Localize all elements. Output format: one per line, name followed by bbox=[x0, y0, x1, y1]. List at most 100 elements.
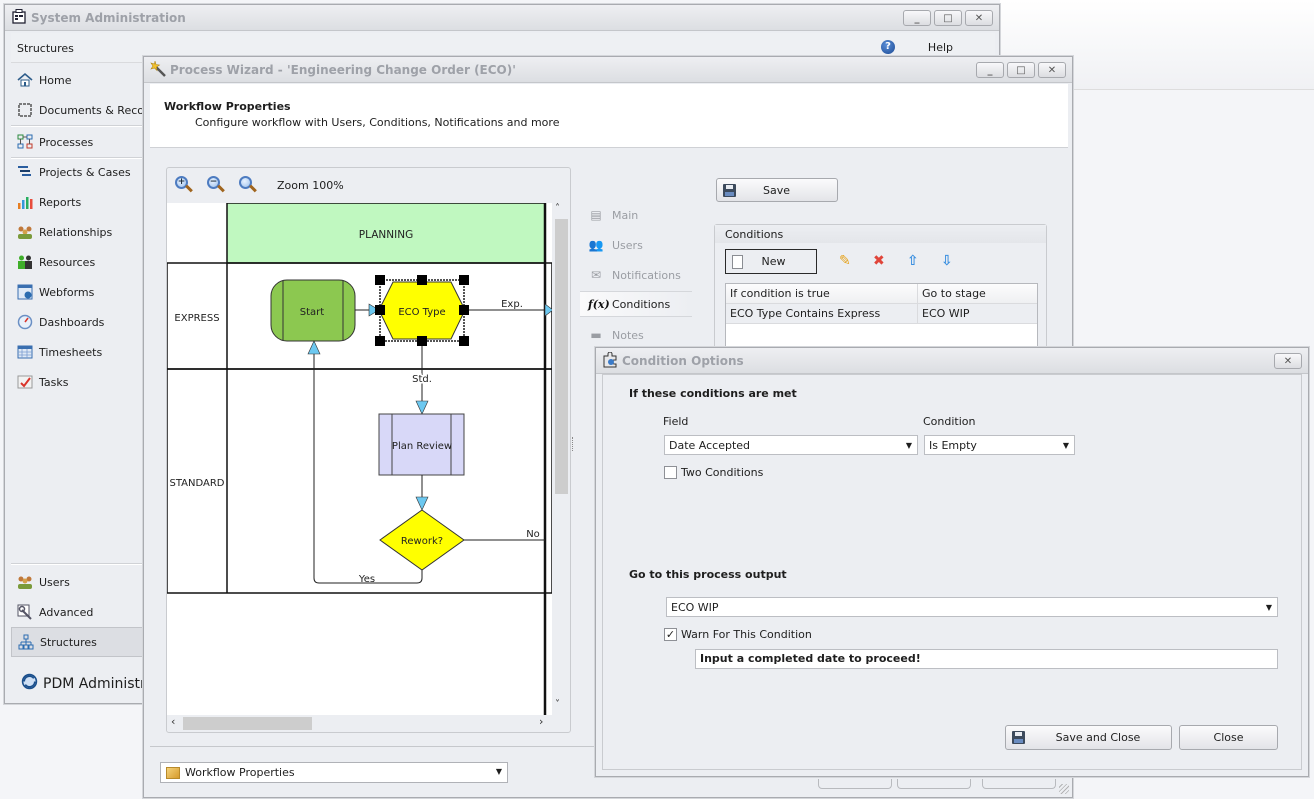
scroll-right-icon[interactable]: › bbox=[539, 715, 543, 728]
sidebar-item-label: Structures bbox=[40, 635, 97, 649]
help-link[interactable]: Help bbox=[928, 41, 953, 54]
sidebar-item-projects[interactable]: Projects & Cases bbox=[11, 157, 151, 187]
node-start: Start bbox=[270, 279, 356, 342]
maximize-button[interactable]: □ bbox=[934, 10, 962, 26]
chevron-down-icon: ▼ bbox=[495, 767, 502, 776]
zoom-out-icon[interactable]: − bbox=[207, 176, 225, 194]
help-icon[interactable]: ? bbox=[881, 40, 895, 54]
title-bar[interactable]: Process Wizard - 'Engineering Change Ord… bbox=[144, 57, 1072, 83]
sidebar-item-dashboards[interactable]: Dashboards bbox=[11, 307, 151, 337]
output-select[interactable]: ECO WIP ▼ bbox=[666, 597, 1278, 617]
side-nav-main[interactable]: ▤ Main bbox=[580, 202, 692, 228]
sidebar: Home Documents & Records Processes Proje… bbox=[11, 65, 181, 695]
move-down-icon[interactable]: ⇩ bbox=[941, 253, 953, 269]
users-icon: 👥 bbox=[588, 238, 604, 252]
sidebar-item-advanced[interactable]: Advanced bbox=[11, 597, 151, 627]
warn-checkbox[interactable]: ✓ bbox=[664, 628, 677, 641]
column-header[interactable]: Go to stage bbox=[918, 284, 1037, 303]
group-title: Conditions bbox=[715, 225, 1046, 243]
dialog-title: Condition Options bbox=[622, 354, 744, 368]
sidebar-item-timesheets[interactable]: Timesheets bbox=[11, 337, 151, 367]
select-value: Date Accepted bbox=[669, 439, 751, 452]
scroll-up-icon[interactable]: ˄ bbox=[555, 203, 560, 214]
workflow-diagram[interactable]: PLANNING EXPRESS STANDARD Start ECO Type… bbox=[167, 203, 552, 715]
close-button[interactable]: ✕ bbox=[1274, 353, 1302, 369]
sidebar-item-label: Tasks bbox=[39, 375, 69, 389]
stage-header-label: PLANNING bbox=[359, 229, 413, 241]
delete-icon[interactable]: ✖ bbox=[873, 253, 885, 269]
scroll-thumb[interactable] bbox=[183, 717, 312, 730]
two-conditions-checkbox[interactable] bbox=[664, 466, 677, 479]
warn-message-input[interactable]: Input a completed date to proceed! bbox=[695, 649, 1278, 669]
wand-icon bbox=[150, 61, 166, 77]
app-icon bbox=[12, 9, 26, 24]
table-header: If condition is true Go to stage bbox=[726, 284, 1037, 304]
save-and-close-button[interactable]: Save and Close bbox=[1005, 725, 1172, 750]
column-header[interactable]: If condition is true bbox=[726, 284, 918, 303]
sidebar-item-resources[interactable]: Resources bbox=[11, 247, 151, 277]
sidebar-item-structures[interactable]: Structures bbox=[11, 627, 151, 657]
maximize-button[interactable]: □ bbox=[1007, 62, 1035, 78]
panel-splitter[interactable] bbox=[572, 437, 575, 451]
minimize-button[interactable]: _ bbox=[976, 62, 1004, 78]
side-nav-conditions[interactable]: f(x) Conditions bbox=[580, 291, 692, 317]
scroll-left-icon[interactable]: ‹ bbox=[171, 715, 175, 728]
sidebar-item-tasks[interactable]: Tasks bbox=[11, 367, 151, 397]
notes-icon: ▬ bbox=[590, 328, 602, 342]
sidebar-item-relationships[interactable]: Relationships bbox=[11, 217, 151, 247]
sidebar-item-label: Relationships bbox=[39, 225, 113, 239]
field-select[interactable]: Date Accepted ▼ bbox=[664, 435, 918, 455]
edge-label-yes: Yes bbox=[358, 574, 375, 585]
workflow-properties-select[interactable]: Workflow Properties ▼ bbox=[160, 762, 508, 783]
side-nav-users[interactable]: 👥 Users bbox=[580, 232, 692, 258]
sidebar-item-reports[interactable]: Reports bbox=[11, 187, 151, 217]
select-value: Workflow Properties bbox=[185, 766, 295, 779]
puzzle-icon bbox=[603, 352, 617, 368]
zoom-level: Zoom 100% bbox=[277, 178, 344, 192]
node-eco-type-label: ECO Type bbox=[398, 307, 445, 318]
minimize-button[interactable]: _ bbox=[903, 10, 931, 26]
condition-select[interactable]: Is Empty ▼ bbox=[924, 435, 1075, 455]
zoom-reset-icon[interactable] bbox=[239, 176, 257, 194]
title-bar[interactable]: Condition Options ✕ bbox=[596, 348, 1308, 374]
sidebar-item-label: Projects & Cases bbox=[39, 165, 131, 179]
hidden-button[interactable] bbox=[897, 779, 971, 789]
resize-grip[interactable] bbox=[1059, 784, 1069, 794]
hidden-button[interactable] bbox=[818, 779, 892, 789]
move-up-icon[interactable]: ⇧ bbox=[907, 253, 919, 269]
section-heading: Go to this process output bbox=[629, 568, 787, 581]
horizontal-scrollbar[interactable]: ‹ › bbox=[167, 715, 552, 731]
scroll-down-icon[interactable]: ˅ bbox=[555, 699, 560, 710]
close-button[interactable]: ✕ bbox=[965, 10, 993, 26]
sidebar-item-home[interactable]: Home bbox=[11, 65, 151, 95]
sidebar-item-users[interactable]: Users bbox=[11, 567, 151, 597]
arrow-head bbox=[415, 400, 429, 415]
scroll-thumb[interactable] bbox=[555, 219, 568, 494]
chevron-down-icon: ▼ bbox=[1062, 441, 1069, 450]
side-nav-notes[interactable]: ▬ Notes bbox=[580, 322, 692, 348]
arrow-head bbox=[544, 303, 552, 317]
sidebar-item-processes[interactable]: Processes bbox=[11, 127, 151, 157]
sidebar-item-label: Home bbox=[39, 73, 72, 87]
title-bar[interactable]: System Administration _ □ ✕ bbox=[5, 5, 999, 31]
sidebar-item-documents[interactable]: Documents & Records bbox=[11, 95, 161, 125]
sidebar-item-label: Timesheets bbox=[39, 345, 103, 359]
node-start-label: Start bbox=[300, 307, 325, 318]
new-condition-button[interactable]: New bbox=[725, 249, 817, 274]
close-dialog-button[interactable]: Close bbox=[1179, 725, 1278, 750]
edit-pencil-icon[interactable]: ✎ bbox=[839, 253, 851, 269]
vertical-scrollbar[interactable]: ˄ ˅ bbox=[552, 203, 570, 715]
sidebar-item-webforms[interactable]: Webforms bbox=[11, 277, 151, 307]
save-button[interactable]: Save bbox=[716, 178, 838, 202]
hidden-button[interactable] bbox=[982, 779, 1056, 789]
table-cell: ECO WIP bbox=[922, 307, 970, 320]
close-label: Close bbox=[1213, 731, 1244, 744]
edge-label-std: Std. bbox=[412, 374, 432, 385]
close-button[interactable]: ✕ bbox=[1038, 62, 1066, 78]
side-nav-notifications[interactable]: ✉ Notifications bbox=[580, 262, 692, 288]
edge-label-no: No bbox=[526, 529, 540, 540]
timesheets-icon bbox=[17, 344, 33, 360]
table-row[interactable]: ECO Type Contains Express ECO WIP bbox=[726, 304, 1037, 324]
conditions-table: If condition is true Go to stage ECO Typ… bbox=[725, 283, 1038, 353]
zoom-in-icon[interactable]: + bbox=[175, 176, 193, 194]
